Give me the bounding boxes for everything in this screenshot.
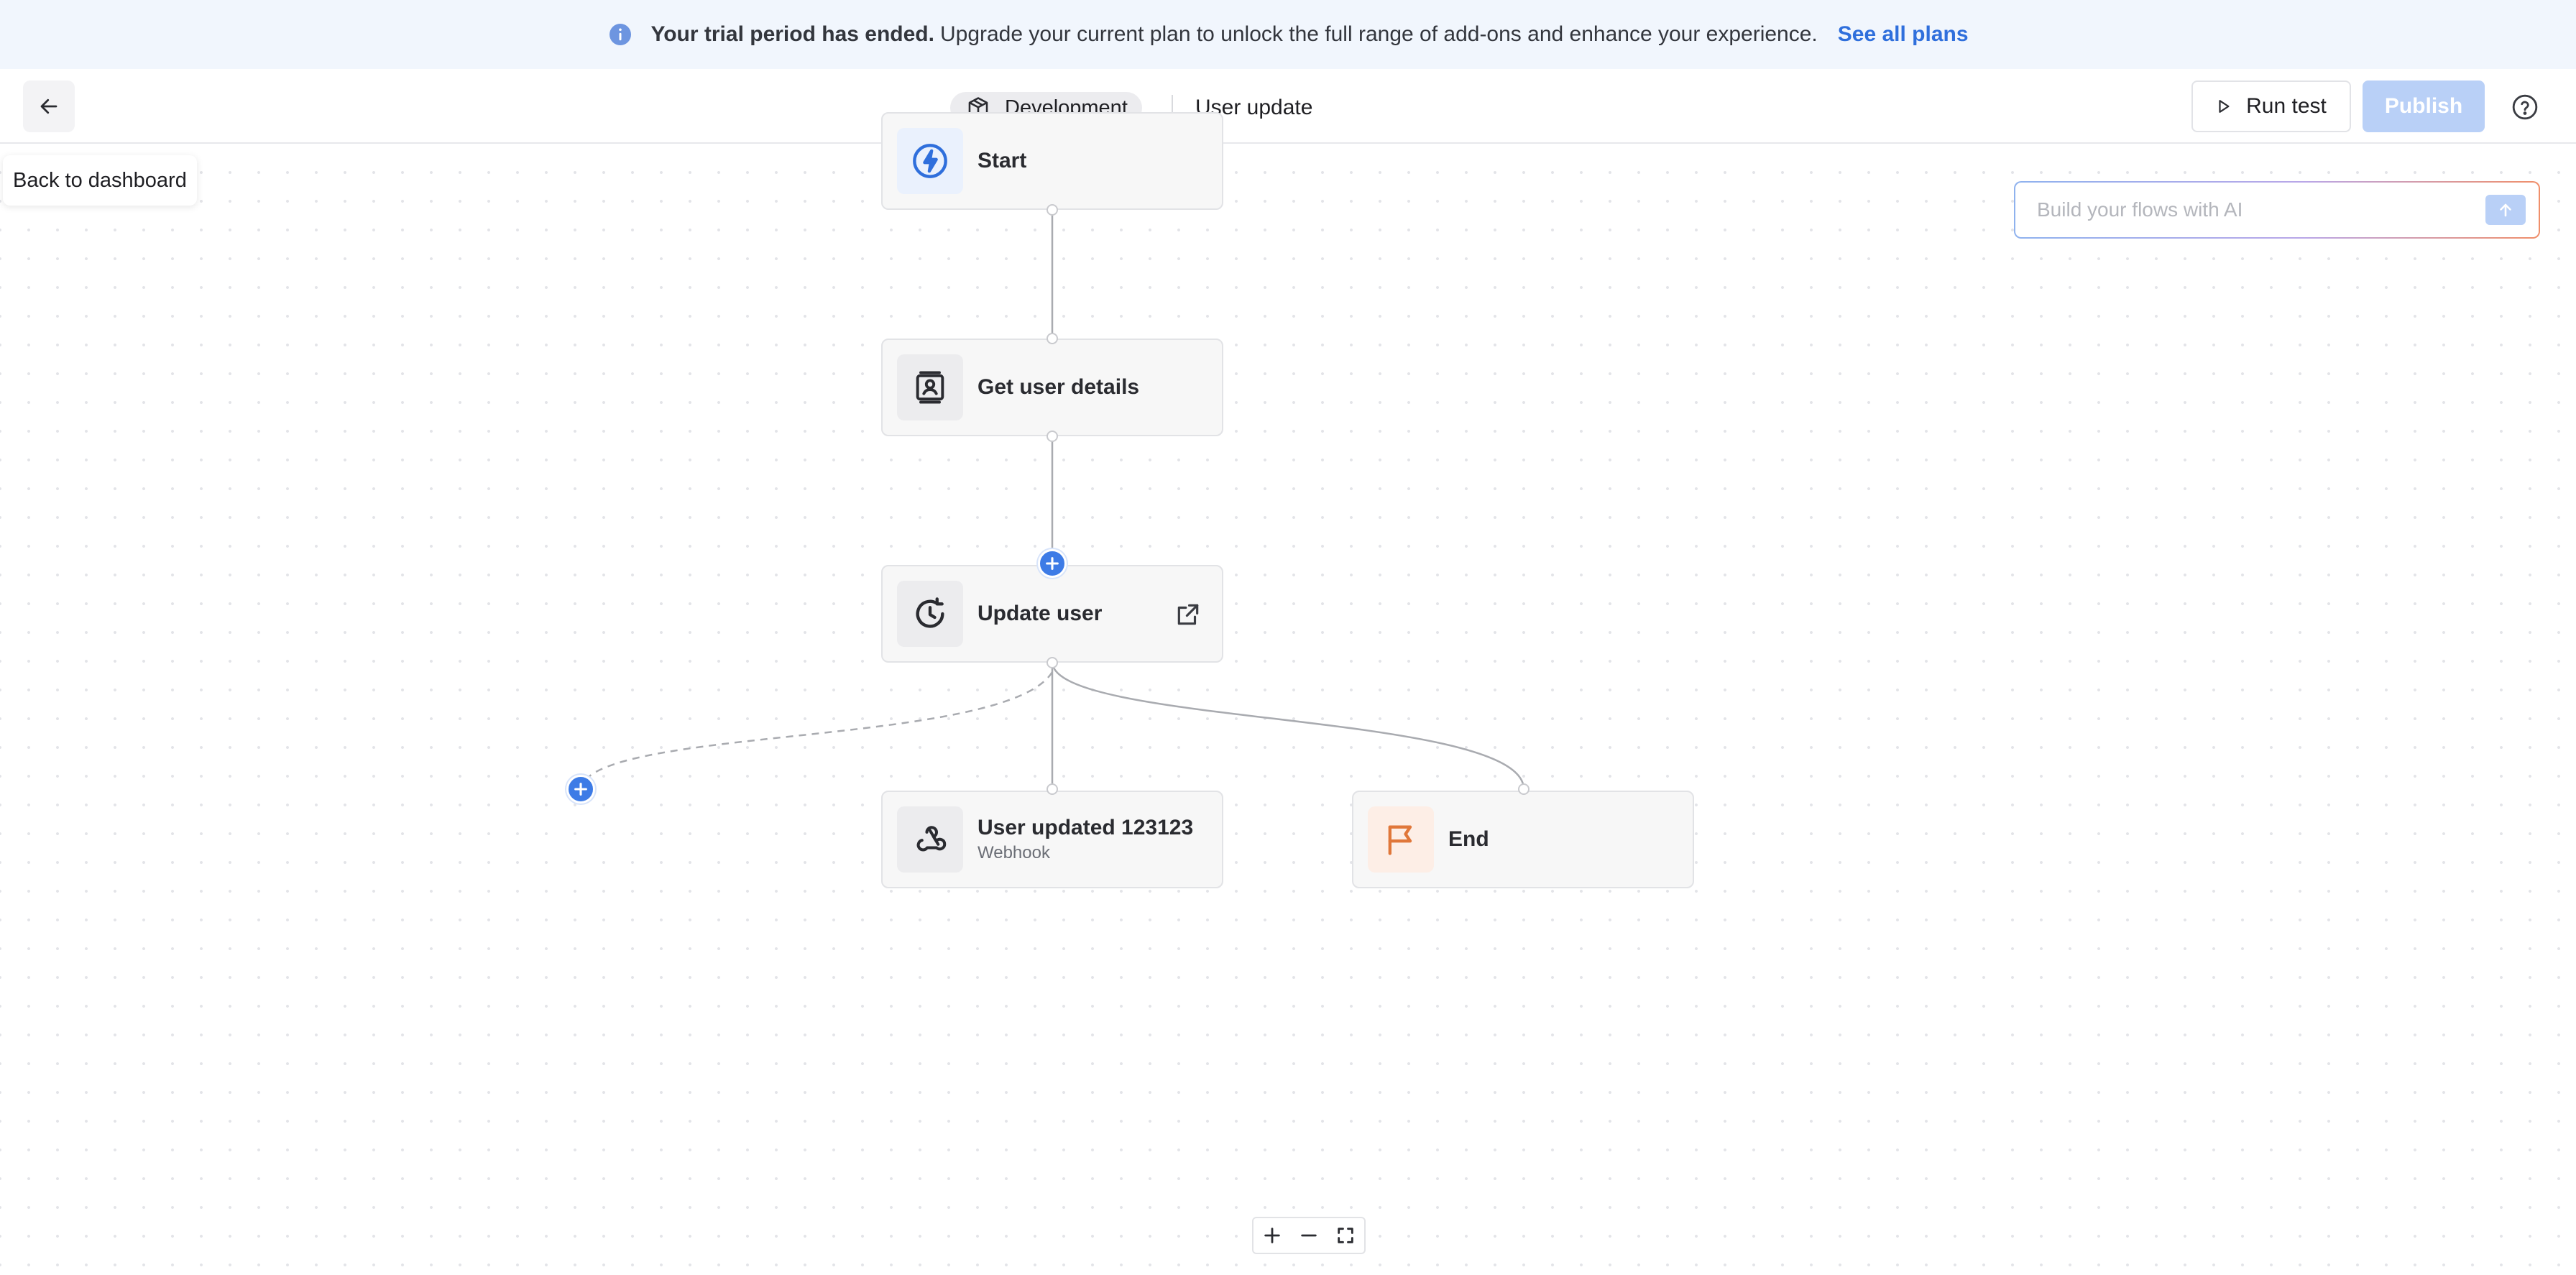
node-update-user-text: Update user: [978, 602, 1102, 626]
play-icon: [2219, 100, 2230, 113]
fit-view-button[interactable]: [1331, 1221, 1360, 1250]
handle-get-user-in[interactable]: [1046, 333, 1058, 344]
ai-prompt-box: [2014, 181, 2540, 239]
flow-canvas[interactable]: [0, 145, 2576, 1275]
webhook-icon: [916, 826, 947, 852]
node-get-user-text: Get user details: [978, 375, 1139, 400]
node-start-text: Start: [978, 149, 1026, 173]
back-button[interactable]: [23, 80, 75, 132]
banner-strong-text: Your trial period has ended.: [650, 22, 934, 46]
node-update-user-icon-wrap: [897, 581, 963, 647]
minus-icon: [1301, 1234, 1317, 1237]
node-end-icon-wrap: [1368, 806, 1434, 873]
plus-icon: [574, 783, 587, 796]
info-icon: [610, 24, 632, 45]
node-get-user-title: Get user details: [978, 375, 1140, 399]
publish-label: Publish: [2384, 94, 2463, 118]
ai-prompt-input[interactable]: [2037, 198, 2468, 221]
lightning-icon: [913, 144, 947, 178]
node-start-icon-wrap: [897, 128, 963, 194]
node-end-text: End: [1448, 827, 1489, 852]
node-webhook-text: User updated 123123 Webhook: [978, 816, 1193, 863]
plus-icon: [1046, 557, 1059, 570]
back-tooltip: Back to dashboard: [3, 155, 197, 206]
add-branch-button[interactable]: [566, 775, 595, 804]
contact-card-icon: [916, 371, 944, 404]
help-icon[interactable]: [2511, 93, 2539, 121]
zoom-in-button[interactable]: [1258, 1221, 1287, 1250]
node-webhook[interactable]: User updated 123123 Webhook: [881, 791, 1223, 888]
flag-icon: [1388, 825, 1412, 855]
node-end[interactable]: End: [1352, 791, 1694, 888]
node-get-user-icon-wrap: [897, 354, 963, 420]
run-test-button[interactable]: Run test: [2191, 80, 2351, 132]
handle-update-user-out[interactable]: [1046, 657, 1058, 668]
ai-prompt-inner: [2015, 183, 2539, 237]
node-start-title: Start: [978, 149, 1027, 172]
handle-start-out[interactable]: [1046, 204, 1058, 216]
handle-end-in[interactable]: [1518, 783, 1530, 795]
zoom-out-button[interactable]: [1294, 1221, 1323, 1250]
arrow-up-icon: [2500, 203, 2511, 217]
handle-get-user-out[interactable]: [1046, 431, 1058, 442]
node-end-title: End: [1448, 827, 1489, 851]
see-all-plans-link[interactable]: See all plans: [1838, 22, 1969, 47]
handle-webhook-in[interactable]: [1046, 783, 1058, 795]
node-update-user[interactable]: Update user: [881, 565, 1223, 663]
run-test-label: Run test: [2246, 94, 2327, 118]
add-step-button[interactable]: [1038, 549, 1067, 578]
flow-header: Development User update Run test Publish: [0, 69, 2576, 144]
node-webhook-title: User updated 123123: [978, 816, 1194, 839]
node-start[interactable]: Start: [881, 112, 1223, 210]
trial-banner: Your trial period has ended. Upgrade you…: [0, 0, 2576, 69]
node-update-user-title: Update user: [978, 602, 1103, 625]
publish-button[interactable]: Publish: [2363, 80, 2485, 132]
external-link-icon[interactable]: [1174, 601, 1202, 628]
fullscreen-icon: [1338, 1228, 1354, 1243]
arrow-left-icon: [40, 98, 58, 114]
node-get-user-details[interactable]: Get user details: [881, 339, 1223, 436]
node-webhook-icon-wrap: [897, 806, 963, 873]
banner-text: Upgrade your current plan to unlock the …: [939, 22, 1818, 46]
plus-icon: [1264, 1228, 1280, 1243]
refresh-icon: [916, 597, 944, 628]
ai-send-button[interactable]: [2485, 195, 2526, 225]
zoom-controls: [1252, 1217, 1366, 1254]
node-webhook-subtitle: Webhook: [978, 843, 1050, 862]
